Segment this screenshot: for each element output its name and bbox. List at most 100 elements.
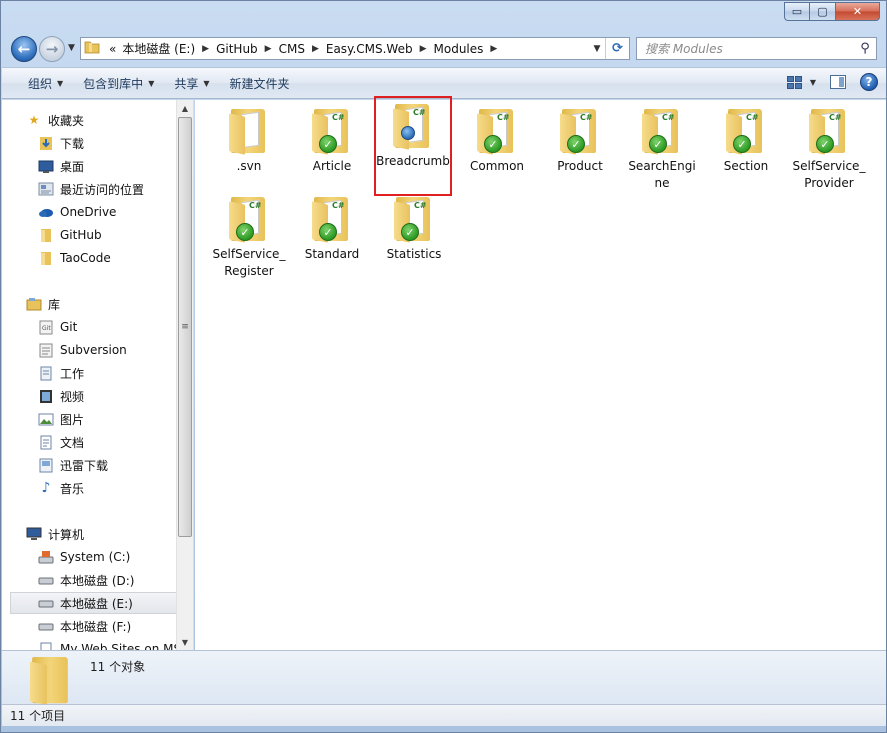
breadcrumb-item-modules[interactable]: Modules xyxy=(431,42,487,56)
breadcrumb-item-cms[interactable]: CMS xyxy=(276,42,308,56)
sidebar-item-label: 文档 xyxy=(60,435,85,450)
sidebar-item-label: 本地磁盘 (F:) xyxy=(60,619,132,634)
breadcrumb-item-easy-cms-web[interactable]: Easy.CMS.Web xyxy=(323,42,416,56)
search-input[interactable] xyxy=(637,40,854,57)
sidebar-item-drive-f[interactable]: 本地磁盘 (F:) xyxy=(38,615,193,637)
search-icon[interactable]: ⚲ xyxy=(854,41,876,56)
status-item-count: 11 个项目 xyxy=(10,709,66,723)
sidebar-item-recent-places[interactable]: 最近访问的位置 xyxy=(38,178,193,200)
address-bar[interactable]: « 本地磁盘 (E:) ▶ GitHub ▶ CMS ▶ Easy.CMS.We… xyxy=(80,37,630,60)
chevron-right-icon[interactable]: ▶ xyxy=(198,44,213,54)
chevron-right-icon[interactable]: ▶ xyxy=(261,44,276,54)
checkmark-icon: ✓ xyxy=(484,135,502,153)
sidebar-item-github[interactable]: GitHub xyxy=(38,224,193,246)
include-in-library-button[interactable]: 包含到库中 ▼ xyxy=(73,75,164,92)
file-item-section[interactable]: C# ✓ Section xyxy=(707,103,785,193)
sidebar-item-onedrive[interactable]: OneDrive xyxy=(38,201,193,223)
share-button[interactable]: 共享 ▼ xyxy=(164,75,219,92)
minimize-button[interactable]: ▭ xyxy=(784,2,810,21)
file-list[interactable]: .svn C# ✓ Article C# Breadcrumb C# ✓ Com… xyxy=(195,96,886,650)
sidebar-item-label: 音乐 xyxy=(60,481,85,496)
folder-icon xyxy=(84,40,100,57)
file-item-selfservice-provider[interactable]: C# ✓ SelfService_Provider xyxy=(790,103,868,193)
csharp-folder-icon: C# ✓ xyxy=(809,109,849,155)
sidebar-item-work[interactable]: 工作 xyxy=(38,362,193,384)
chevron-right-icon[interactable]: ▶ xyxy=(308,44,323,54)
file-item-svn[interactable]: .svn xyxy=(210,103,288,193)
organize-button[interactable]: 组织 ▼ xyxy=(18,75,73,92)
file-name: Statistics xyxy=(386,247,442,261)
file-name: SelfService_Register xyxy=(212,247,286,278)
organize-label: 组织 xyxy=(28,76,53,91)
csharp-folder-icon: C# ✓ xyxy=(642,109,682,155)
file-name: Section xyxy=(723,159,769,173)
breadcrumb-item-github[interactable]: GitHub xyxy=(213,42,261,56)
sidebar-item-music[interactable]: ♪ 音乐 xyxy=(38,477,193,499)
maximize-button[interactable]: ▢ xyxy=(810,2,836,21)
file-item-article[interactable]: C# ✓ Article xyxy=(293,103,371,193)
forward-button[interactable]: → xyxy=(39,36,65,62)
file-item-breadcrumb[interactable]: C# Breadcrumb xyxy=(374,96,452,196)
status-bar: 11 个项目 xyxy=(2,704,886,726)
sidebar-item-git[interactable]: Git Git xyxy=(38,316,193,338)
close-button[interactable]: ✕ xyxy=(836,2,880,21)
svg-text:Git: Git xyxy=(42,325,51,332)
breadcrumb-item-drive-e[interactable]: 本地磁盘 (E:) xyxy=(119,40,198,57)
folder-icon xyxy=(30,657,72,705)
sidebar-item-pictures[interactable]: 图片 xyxy=(38,408,193,430)
title-bar[interactable]: ▭ ▢ ✕ xyxy=(1,1,886,31)
preview-pane-icon[interactable] xyxy=(830,75,846,89)
file-item-common[interactable]: C# ✓ Common xyxy=(458,103,536,193)
csharp-folder-icon: C# ✓ xyxy=(477,109,517,155)
checkmark-icon: ✓ xyxy=(816,135,834,153)
scroll-up-icon[interactable]: ▲ xyxy=(177,100,193,116)
chevron-right-icon[interactable]: ▶ xyxy=(416,44,431,54)
sidebar-header-favorites[interactable]: ★ 收藏夹 xyxy=(26,109,193,131)
sidebar-item-drive-d[interactable]: 本地磁盘 (D:) xyxy=(38,569,193,591)
libraries-icon xyxy=(26,296,42,312)
sidebar-header-libraries[interactable]: 库 xyxy=(26,293,193,315)
refresh-icon[interactable]: ⟳ xyxy=(605,38,629,59)
navigation-pane: ★ 收藏夹 下载 桌面 最近访问的位置 OneDrive GitHub TaoC… xyxy=(2,100,194,650)
chevron-down-icon: ▼ xyxy=(203,78,210,88)
sidebar-item-documents[interactable]: 文档 xyxy=(38,431,193,453)
sidebar-item-drive-e[interactable]: 本地磁盘 (E:) xyxy=(10,592,178,614)
new-folder-button[interactable]: 新建文件夹 xyxy=(220,75,300,92)
file-item-statistics[interactable]: C# ✓ Statistics xyxy=(375,191,453,281)
sidebar-item-subversion[interactable]: Subversion xyxy=(38,339,193,361)
recent-pages-dropdown-icon[interactable]: ▼ xyxy=(68,43,75,53)
sidebar-item-videos[interactable]: 视频 xyxy=(38,385,193,407)
sidebar-item-desktop[interactable]: 桌面 xyxy=(38,155,193,177)
file-item-selfservice-register[interactable]: C# ✓ SelfService_Register xyxy=(210,191,288,281)
subversion-library-icon xyxy=(38,342,54,358)
file-name: Article xyxy=(312,159,352,173)
system-drive-icon xyxy=(38,549,54,565)
sidebar-item-label: Git xyxy=(60,320,78,334)
sidebar-header-computer[interactable]: 计算机 xyxy=(26,523,193,545)
address-history-dropdown-icon[interactable]: ▼ xyxy=(589,44,605,54)
scroll-down-icon[interactable]: ▼ xyxy=(177,634,193,650)
file-item-searchengine[interactable]: C# ✓ SearchEngine xyxy=(623,103,701,193)
sidebar-item-downloads[interactable]: 下载 xyxy=(38,132,193,154)
chevron-right-icon[interactable]: ▶ xyxy=(486,44,501,54)
sidebar-item-taocode[interactable]: TaoCode xyxy=(38,247,193,269)
sidebar-item-thunder-downloads[interactable]: 迅雷下载 xyxy=(38,454,193,476)
csharp-folder-icon: C# xyxy=(393,104,433,150)
sidebar-item-my-web-sites[interactable]: My Web Sites on MSN xyxy=(38,638,193,650)
sidebar-item-label: 图片 xyxy=(60,412,85,427)
help-icon[interactable]: ? xyxy=(860,73,878,91)
scrollbar-thumb[interactable]: ≡ xyxy=(178,117,192,537)
file-name: Breadcrumb xyxy=(376,154,450,168)
file-name: SelfService_Provider xyxy=(792,159,866,190)
search-box[interactable]: ⚲ xyxy=(636,37,877,60)
navigation-pane-scrollbar[interactable]: ▲ ≡ ▼ xyxy=(176,100,193,650)
breadcrumb-overflow[interactable]: « xyxy=(106,42,119,56)
file-item-product[interactable]: C# ✓ Product xyxy=(541,103,619,193)
change-view-icon[interactable] xyxy=(786,75,802,89)
back-button[interactable]: ← xyxy=(11,36,37,62)
file-item-standard[interactable]: C# ✓ Standard xyxy=(293,191,371,281)
new-folder-label: 新建文件夹 xyxy=(229,76,290,91)
git-library-icon: Git xyxy=(38,319,54,335)
sidebar-item-system-c[interactable]: System (C:) xyxy=(38,546,193,568)
view-options-dropdown-icon[interactable]: ▼ xyxy=(810,78,816,87)
